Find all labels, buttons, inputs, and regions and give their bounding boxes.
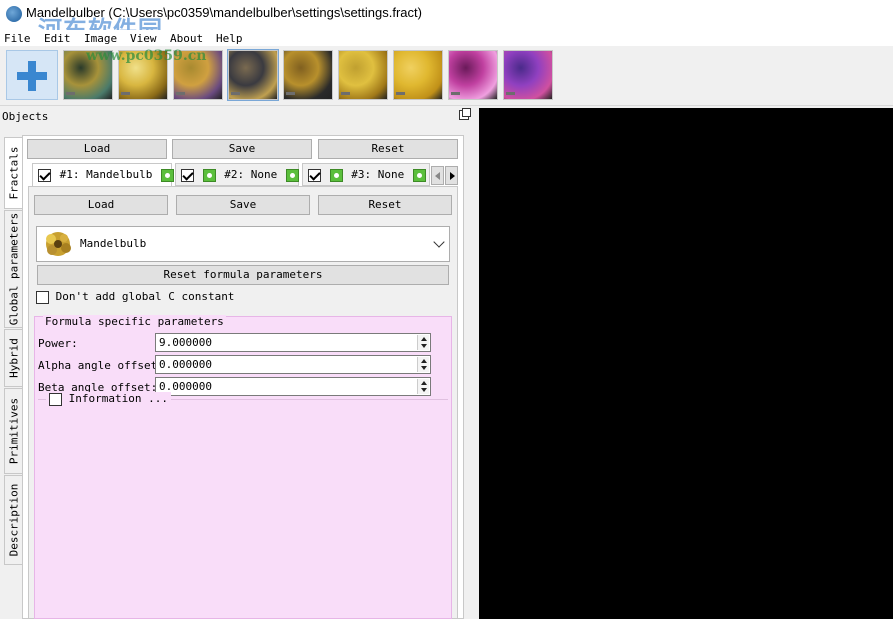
remove-preset-icon[interactable]: [121, 92, 130, 95]
fractal-1-enabled-checkbox[interactable]: [38, 168, 51, 182]
remove-preset-icon[interactable]: [451, 92, 460, 95]
title-bar: Mandelbulber (C:\Users\pc0359\mandelbulb…: [0, 0, 893, 44]
tab-primitives[interactable]: Primitives: [4, 388, 23, 474]
objects-dock-header: Objects: [0, 108, 475, 125]
preset-thumbnail-2[interactable]: [118, 50, 168, 100]
remove-preset-icon[interactable]: [66, 92, 75, 95]
tab-scroll-right-button[interactable]: [445, 166, 458, 185]
formula-save-button[interactable]: Save: [176, 195, 310, 215]
remove-preset-icon[interactable]: [286, 92, 295, 95]
menu-edit[interactable]: Edit: [44, 32, 71, 45]
param-power: Power: 9.000000: [38, 333, 448, 353]
formula-select[interactable]: Mandelbulb: [36, 226, 450, 262]
tab-hybrid[interactable]: Hybrid: [4, 329, 23, 387]
remove-preset-icon[interactable]: [176, 92, 185, 95]
no-global-c-label: Don't add global C constant: [55, 290, 235, 303]
tab-description[interactable]: Description: [4, 475, 23, 565]
load-button[interactable]: Load: [27, 139, 167, 159]
preset-thumbnail-3[interactable]: [173, 50, 223, 100]
formula-reset-button[interactable]: Reset: [318, 195, 452, 215]
fractal-3-label: #3: None: [351, 168, 405, 181]
menu-file[interactable]: File: [4, 32, 31, 45]
formula-name: Mandelbulb: [80, 237, 147, 250]
arrow-right-icon: [450, 172, 455, 180]
spin-buttons-icon[interactable]: [417, 335, 429, 350]
window-title: Mandelbulber (C:\Users\pc0359\mandelbulb…: [26, 5, 422, 20]
alpha-angle-offset-input[interactable]: 0.000000: [155, 355, 431, 374]
param-alpha-angle-offset: Alpha angle offset: 0.000000: [38, 355, 448, 375]
tab-fractal-2[interactable]: #2: None: [175, 163, 299, 186]
power-value: 9.000000: [159, 336, 212, 349]
arrow-left-icon: [435, 172, 440, 180]
information-toggle[interactable]: Information ...: [46, 392, 171, 406]
param-label: Power:: [38, 337, 78, 350]
spin-buttons-icon[interactable]: [417, 379, 429, 394]
alpha-angle-offset-value: 0.000000: [159, 358, 212, 371]
information-group: Information ...: [38, 392, 448, 413]
remove-preset-icon[interactable]: [396, 92, 405, 95]
render-viewport[interactable]: [479, 108, 893, 619]
fractal-1-label: #1: Mandelbulb: [59, 168, 153, 181]
spin-buttons-icon[interactable]: [417, 357, 429, 372]
information-checkbox[interactable]: [49, 392, 62, 406]
preset-thumbnail-4[interactable]: [227, 49, 279, 101]
no-global-c-checkbox[interactable]: [36, 290, 49, 304]
go-icon[interactable]: [202, 168, 216, 182]
tab-global-parameters[interactable]: Global parameters: [4, 210, 23, 328]
menu-help[interactable]: Help: [216, 32, 243, 45]
go-icon[interactable]: [329, 168, 343, 182]
fractal-3-enabled-checkbox[interactable]: [308, 168, 321, 182]
float-dock-icon[interactable]: [459, 108, 471, 120]
mandelbulb-thumbnail-icon: [46, 232, 71, 256]
tab-fractal-3[interactable]: #3: None: [302, 163, 430, 186]
reset-button[interactable]: Reset: [318, 139, 458, 159]
tab-fractals[interactable]: Fractals: [4, 137, 23, 209]
preset-thumbnail-8[interactable]: [448, 50, 498, 100]
tab-scroll-left-button[interactable]: [431, 166, 444, 185]
formula-params-group: Formula specific parameters Power: 9.000…: [34, 315, 452, 619]
preset-toolbar: [0, 46, 893, 106]
remove-preset-icon[interactable]: [341, 92, 350, 95]
fractal-2-label: #2: None: [224, 168, 278, 181]
preset-thumbnail-1[interactable]: [63, 50, 113, 100]
go-icon[interactable]: [285, 168, 299, 182]
beta-angle-offset-input[interactable]: 0.000000: [155, 377, 431, 396]
group-title: Formula specific parameters: [43, 315, 226, 328]
information-label: Information ...: [68, 392, 168, 405]
chevron-down-icon: [433, 236, 445, 248]
power-input[interactable]: 9.000000: [155, 333, 431, 352]
menu-image[interactable]: Image: [84, 32, 117, 45]
menu-bar: File Edit Image View About Help: [0, 30, 893, 46]
preset-thumbnail-5[interactable]: [283, 50, 333, 100]
param-label: Alpha angle offset:: [38, 359, 164, 372]
preset-thumbnail-6[interactable]: [338, 50, 388, 100]
fractal-2-enabled-checkbox[interactable]: [181, 168, 194, 182]
tab-fractal-1[interactable]: #1: Mandelbulb: [32, 163, 174, 186]
remove-preset-icon[interactable]: [506, 92, 515, 95]
dock-title: Objects: [2, 110, 49, 123]
menu-view[interactable]: View: [130, 32, 157, 45]
add-preset-button[interactable]: [6, 50, 58, 100]
menu-about[interactable]: About: [170, 32, 203, 45]
remove-preset-icon[interactable]: [231, 92, 240, 95]
reset-formula-parameters-button[interactable]: Reset formula parameters: [37, 265, 449, 285]
go-icon[interactable]: [412, 168, 426, 182]
go-icon[interactable]: [160, 168, 174, 182]
formula-load-button[interactable]: Load: [34, 195, 168, 215]
no-global-c-option[interactable]: Don't add global C constant: [36, 290, 234, 304]
save-button[interactable]: Save: [172, 139, 312, 159]
app-logo-icon: [6, 6, 22, 22]
preset-thumbnail-7[interactable]: [393, 50, 443, 100]
preset-thumbnail-9[interactable]: [503, 50, 553, 100]
